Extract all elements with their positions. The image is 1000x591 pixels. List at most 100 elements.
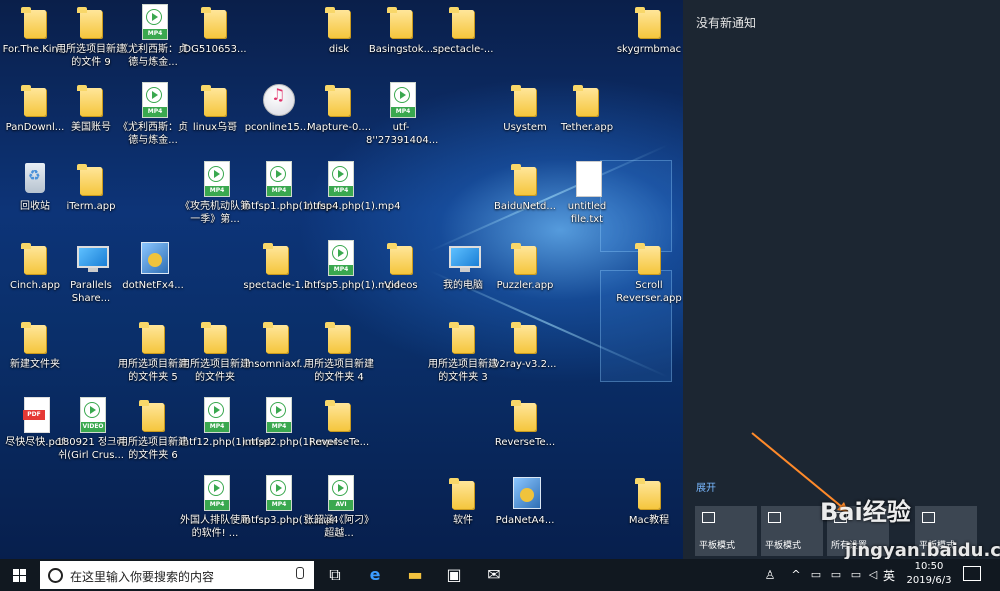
video-file-icon: MP4 [195, 395, 235, 435]
desktop-icon-label: intfsp5.php(1).mp4 [304, 280, 401, 291]
desktop-icon-label: iTerm.app [66, 201, 116, 212]
desktop-icon[interactable]: MP4 intfsp1.php(1).mp4 [242, 159, 338, 214]
desktop-icon[interactable]: MP4 intfsp4.php(1).mp4 [304, 159, 400, 214]
folder-icon [15, 238, 55, 278]
clock-date: 2019/6/3 [906, 575, 952, 586]
desktop-icon[interactable]: spectacle-... [428, 2, 498, 57]
desktop-icon[interactable]: MP4 intfsp2.php(1).mp4 [242, 395, 338, 450]
desktop-icon-label: DG510653... [183, 44, 247, 55]
video-file-icon: MP4 [133, 2, 173, 42]
ime-indicator[interactable]: 英 [883, 567, 895, 584]
desktop-icon[interactable]: 用所选项目新建的文件夹 [180, 317, 250, 384]
desktop-icon-label: linux乌哥 [192, 122, 238, 133]
store-icon[interactable]: ▣ [441, 563, 467, 587]
desktop-icon[interactable]: spectacle-1.2 [242, 238, 312, 293]
desktop-icon[interactable]: Videos [366, 238, 436, 293]
search-input[interactable]: 在这里输入你要搜索的内容 [40, 561, 314, 589]
desktop-icon-label: Parallels Share... [70, 280, 112, 304]
video-file-icon: MP4 [257, 159, 297, 199]
folder-icon [195, 80, 235, 120]
folder-icon [629, 2, 669, 42]
folder-icon [195, 317, 235, 357]
video-file-icon: MP4 [257, 473, 297, 513]
desktop-icon[interactable]: 用所选项目新建的文件 9 [56, 2, 126, 69]
desktop-icon[interactable]: AVI 张韶涵《阿刁》超越... [304, 473, 374, 540]
folder-icon [505, 159, 545, 199]
people-icon[interactable]: ♙ [757, 563, 783, 587]
desktop-icon[interactable]: 用所选项目新建的文件夹 4 [304, 317, 374, 384]
computer-icon [443, 238, 483, 278]
desktop-icon[interactable]: Tether.app [552, 80, 622, 135]
desktop-icon[interactable]: 用所选项目新建的文件夹 5 [118, 317, 188, 384]
desktop-icon[interactable]: Puzzler.app [490, 238, 560, 293]
desktop-icon[interactable]: MP4 《攻壳机动队第一季》第... [180, 159, 250, 226]
desktop-icon[interactable]: Parallels Share... [56, 238, 126, 305]
desktop-icon[interactable]: 新建文件夹 [0, 317, 70, 372]
desktop-icon[interactable]: disk [304, 2, 374, 57]
desktop-icon-label: untitled file.txt [567, 201, 607, 225]
quick-action-tile[interactable]: 平板模式 [761, 506, 823, 556]
desktop-icon-label: 新建文件夹 [10, 359, 60, 370]
folder-icon [505, 395, 545, 435]
desktop-icon[interactable]: v2ray-v3.2... [490, 317, 560, 372]
desktop-icon[interactable]: pconline15... [242, 80, 312, 135]
desktop-icon[interactable]: 用所选项目新建的文件夹 3 [428, 317, 498, 384]
desktop-icon[interactable]: MP4 intfsp3.php(1).mp4 [242, 473, 338, 528]
folder-icon [505, 238, 545, 278]
desktop-icon[interactable]: 软件 [428, 473, 498, 528]
expand-link[interactable]: 展开 [696, 479, 716, 494]
desktop-icon[interactable]: PdaNetA4... [490, 473, 560, 528]
desktop-icon-label: insomniaxf... [245, 359, 309, 370]
clock[interactable]: 10:50 2019/6/3 [902, 560, 956, 588]
desktop-icon[interactable]: linux乌哥 [180, 80, 250, 135]
desktop-icon[interactable]: MP4 《尤利西斯：贞德与炼金... [118, 2, 188, 69]
desktop-icon[interactable]: MP4 intfsp5.php(1).mp4 [304, 238, 401, 293]
desktop-icon[interactable]: ReverseTe... [304, 395, 374, 450]
video-file-icon: MP4 [381, 80, 421, 120]
video-file-icon: AVI [319, 473, 359, 513]
desktop-icon[interactable]: VIDEO 180921 정크리쉬(Girl Crus... [56, 395, 126, 462]
desktop-icon[interactable]: MP4 intf12.php(1).mp4 [180, 395, 271, 450]
start-button[interactable] [0, 559, 38, 591]
desktop-icon-label: 用所选项目新建的文件夹 [180, 359, 250, 383]
desktop-icon[interactable]: iTerm.app [56, 159, 126, 214]
desktop-icon[interactable]: Mapture-0.... [304, 80, 374, 135]
folder-icon [319, 395, 359, 435]
desktop-icon[interactable]: Mac教程 [614, 473, 683, 528]
desktop-icon[interactable]: MP4 外国人排队使用的软件! ... [180, 473, 250, 540]
desktop-icon-label: BaiduNetd... [494, 201, 556, 212]
desktop-icon[interactable]: MP4 《尤利西斯：贞德与炼金... [118, 80, 188, 147]
desktop-icon[interactable]: Scroll Reverser.app [614, 238, 683, 305]
desktop-icon[interactable]: 用所选项目新建的文件夹 6 [118, 395, 188, 462]
tile-label: 平板模式 [765, 541, 802, 551]
desktop-icon[interactable]: dotNetFx4... [118, 238, 188, 293]
taskbar: 在这里输入你要搜索的内容 ⧉ e ▬ ▣ ✉ ♙ ^ ▭ ▭ ▭ ◁ 英 10:… [0, 559, 1000, 591]
desktop-icon-label: dotNetFx4... [122, 280, 184, 291]
desktop-icon[interactable]: insomniaxf... [242, 317, 312, 372]
desktop-icon-label: Tether.app [560, 122, 614, 133]
tablet-mode-icon [922, 512, 935, 523]
notification-center-icon[interactable] [963, 566, 981, 581]
quick-action-tile[interactable]: 平板模式 [695, 506, 757, 556]
desktop-icon[interactable]: skygrmbmac [614, 2, 683, 57]
edge-icon[interactable]: e [362, 563, 388, 587]
text-file-icon [567, 159, 607, 199]
folder-icon [257, 317, 297, 357]
desktop-icon[interactable]: BaiduNetd... [490, 159, 560, 214]
desktop-icon[interactable]: MP4 utf-8''27391404... [366, 80, 438, 147]
desktop-icon[interactable]: 美国账号 [56, 80, 126, 135]
desktop-icon[interactable]: Usystem [490, 80, 560, 135]
desktop-icon[interactable]: 我的电脑 [428, 238, 498, 293]
desktop-icon-label: 美国账号 [71, 122, 111, 133]
desktop-icon[interactable]: untitled file.txt [552, 159, 622, 226]
microphone-icon[interactable] [296, 567, 304, 579]
mail-icon[interactable]: ✉ [481, 563, 507, 587]
baidu-jingyan-logo: Bai经验 [820, 498, 911, 526]
desktop-icon[interactable]: Basingstok... [366, 2, 436, 57]
desktop-icon[interactable]: ReverseTe... [490, 395, 560, 450]
desktop-icon-label: Mac教程 [628, 515, 670, 526]
desktop-icon-label: 用所选项目新建的文件夹 6 [118, 437, 188, 461]
task-view-icon[interactable]: ⧉ [322, 563, 348, 587]
desktop-icon[interactable]: DG510653... [180, 2, 250, 57]
file-explorer-icon[interactable]: ▬ [402, 563, 428, 587]
